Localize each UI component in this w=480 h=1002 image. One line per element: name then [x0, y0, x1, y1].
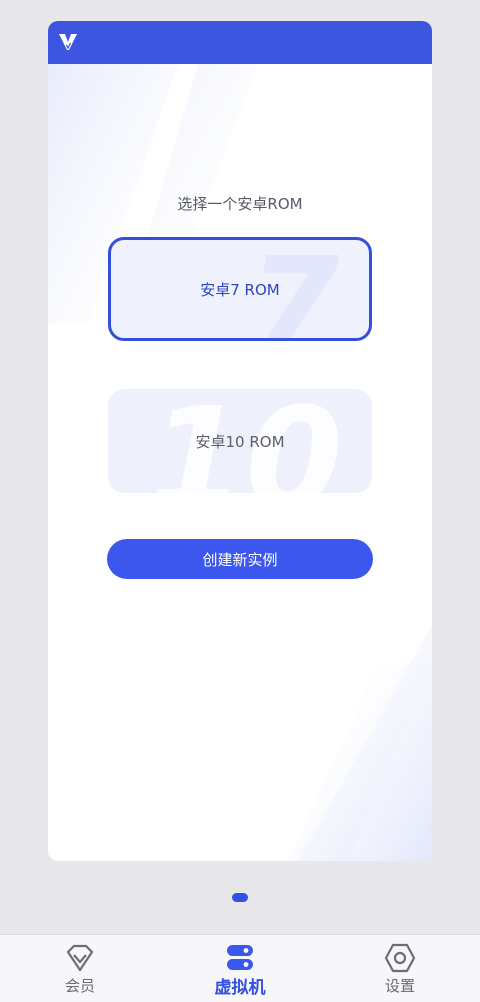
rom-option-label: 安卓10 ROM — [195, 432, 285, 451]
rom-prompt: 选择一个安卓ROM — [177, 195, 303, 213]
rom-option-android7[interactable]: 7 安卓7 ROM — [108, 237, 372, 341]
page-indicator — [232, 893, 248, 902]
app-logo-icon — [59, 34, 77, 50]
diamond-icon — [66, 944, 94, 972]
instance-card: 选择一个安卓ROM 7 安卓7 ROM 10 安卓10 ROM 创建新实例 — [48, 21, 432, 861]
card-header — [48, 21, 432, 64]
nav-item-virtual-machine[interactable]: 虚拟机 — [190, 935, 290, 1002]
nav-item-membership[interactable]: 会员 — [30, 935, 130, 1002]
create-instance-button[interactable]: 创建新实例 — [107, 539, 373, 579]
server-icon — [227, 945, 253, 970]
app-screen: 选择一个安卓ROM 7 安卓7 ROM 10 安卓10 ROM 创建新实例 会员 — [0, 0, 480, 1002]
nav-label: 会员 — [64, 977, 95, 995]
rom-option-android10[interactable]: 10 安卓10 ROM — [108, 389, 372, 493]
bottom-navigation: 会员 虚拟机 设置 — [0, 934, 480, 1002]
nav-label: 虚拟机 — [214, 978, 266, 998]
rom-option-label: 安卓7 ROM — [200, 280, 280, 299]
nav-label: 设置 — [384, 977, 415, 995]
nav-item-settings[interactable]: 设置 — [350, 935, 450, 1002]
hexagon-gear-icon — [384, 943, 416, 973]
